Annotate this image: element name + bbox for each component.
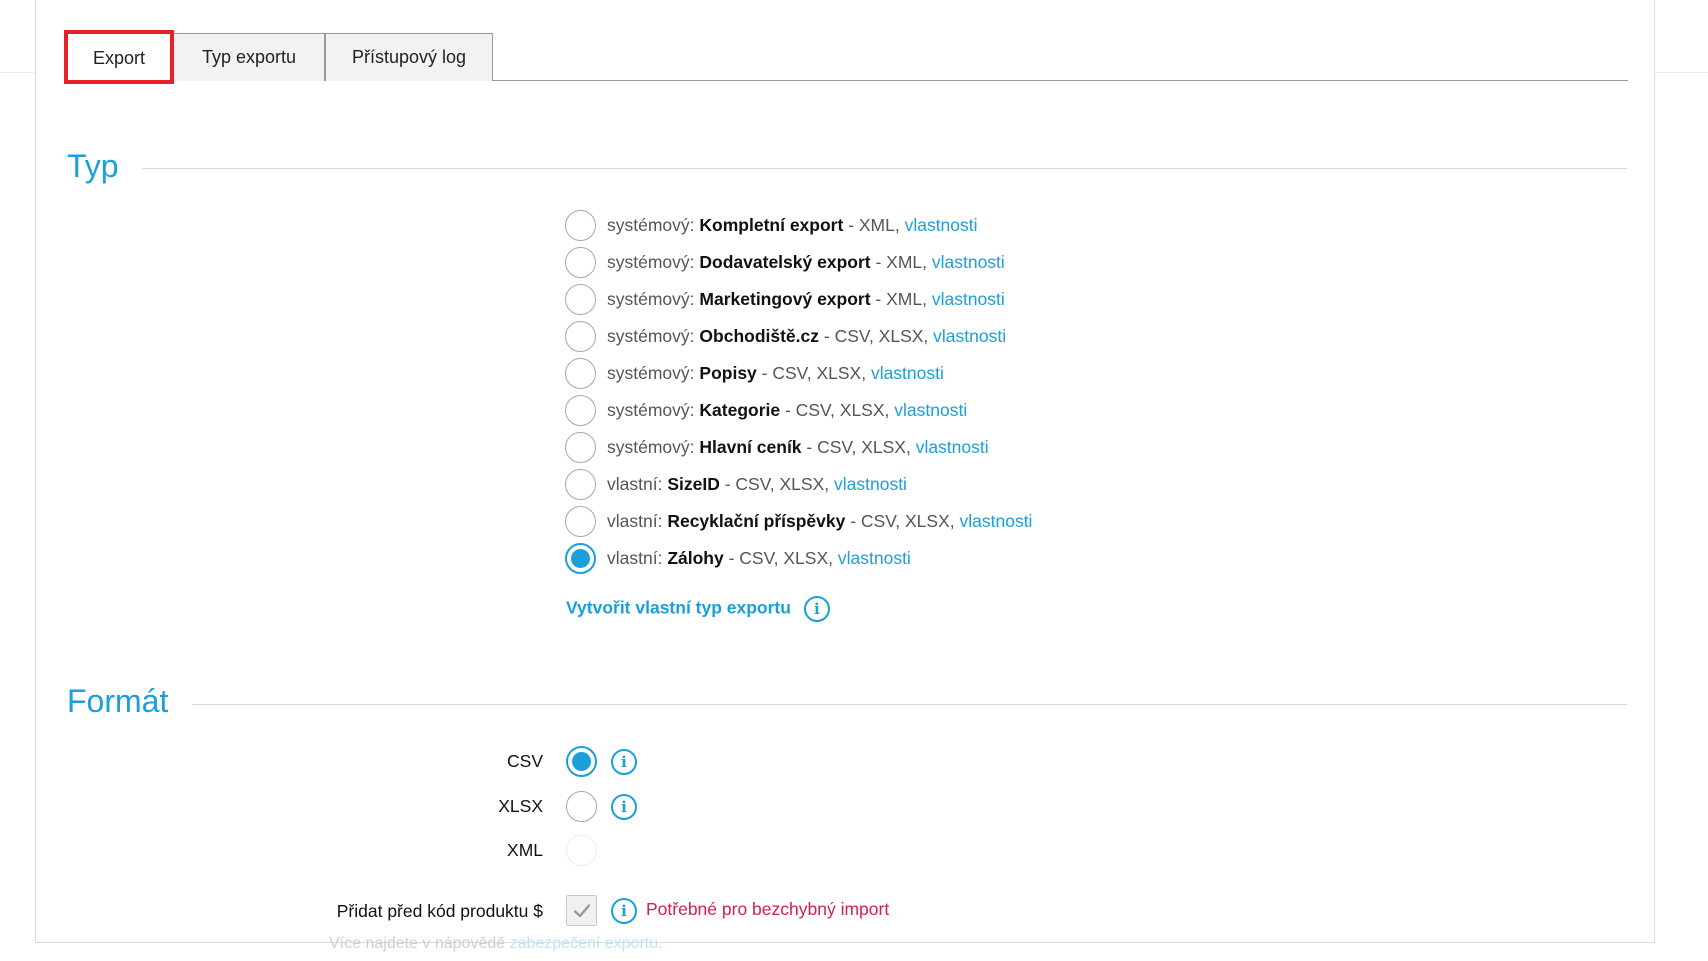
properties-link[interactable]: vlastnosti bbox=[894, 400, 967, 420]
format-label-xml: XML bbox=[507, 840, 543, 860]
format-label-xlsx: XLSX bbox=[498, 796, 543, 816]
export-type-option[interactable]: vlastní: Recyklační příspěvky - CSV, XLS… bbox=[565, 503, 1032, 540]
export-type-option[interactable]: systémový: Obchodiště.cz - CSV, XLSX, vl… bbox=[565, 318, 1032, 355]
export-type-label: vlastní: Recyklační příspěvky - CSV, XLS… bbox=[607, 511, 1033, 531]
export-type-option[interactable]: systémový: Kategorie - CSV, XLSX, vlastn… bbox=[565, 392, 1032, 429]
radio-button[interactable] bbox=[565, 358, 596, 389]
properties-link[interactable]: vlastnosti bbox=[960, 511, 1033, 531]
radio-button[interactable] bbox=[565, 210, 596, 241]
properties-link[interactable]: vlastnosti bbox=[932, 289, 1005, 309]
export-type-list: systémový: Kompletní export - XML, vlast… bbox=[565, 207, 1032, 577]
prefix-option-label: Přidat před kód produktu $ bbox=[336, 901, 543, 921]
export-type-label: systémový: Marketingový export - XML, vl… bbox=[607, 289, 1005, 309]
radio-button[interactable] bbox=[565, 321, 596, 352]
radio-button[interactable] bbox=[565, 247, 596, 278]
export-type-option[interactable]: vlastní: SizeID - CSV, XLSX, vlastnosti bbox=[565, 466, 1032, 503]
export-type-option[interactable]: systémový: Dodavatelský export - XML, vl… bbox=[565, 244, 1032, 281]
radio-button[interactable] bbox=[565, 506, 596, 537]
properties-link[interactable]: vlastnosti bbox=[871, 363, 944, 383]
prefix-option-checkbox[interactable] bbox=[566, 895, 597, 926]
tab-export[interactable]: Export bbox=[65, 33, 173, 82]
export-type-option[interactable]: systémový: Marketingový export - XML, vl… bbox=[565, 281, 1032, 318]
radio-button[interactable] bbox=[565, 395, 596, 426]
export-type-option[interactable]: systémový: Popisy - CSV, XLSX, vlastnost… bbox=[565, 355, 1032, 392]
format-radio-xml bbox=[566, 835, 597, 866]
radio-button[interactable] bbox=[565, 432, 596, 463]
help-note: Více najdete v nápovědě zabezpečení expo… bbox=[329, 935, 663, 952]
export-type-option[interactable]: systémový: Hlavní ceník - CSV, XLSX, vla… bbox=[565, 429, 1032, 466]
export-type-label: vlastní: Zálohy - CSV, XLSX, vlastnosti bbox=[607, 548, 911, 568]
properties-link[interactable]: vlastnosti bbox=[916, 437, 989, 457]
check-icon bbox=[573, 903, 590, 917]
tab-pristupovy-log[interactable]: Přístupový log bbox=[325, 33, 493, 81]
properties-link[interactable]: vlastnosti bbox=[834, 474, 907, 494]
format-label-csv: CSV bbox=[507, 751, 543, 771]
section-title-format: Formát bbox=[67, 683, 169, 719]
create-custom-export-type-link[interactable]: Vytvořit vlastní typ exportu i bbox=[566, 596, 830, 622]
section-divider-format bbox=[192, 704, 1627, 705]
export-type-label: systémový: Popisy - CSV, XLSX, vlastnost… bbox=[607, 363, 944, 383]
info-icon[interactable]: i bbox=[611, 794, 637, 820]
section-title-typ: Typ bbox=[67, 148, 119, 184]
section-divider-typ bbox=[142, 168, 1627, 169]
info-icon[interactable]: i bbox=[611, 898, 637, 924]
info-icon[interactable]: i bbox=[803, 596, 830, 622]
radio-button-checked[interactable] bbox=[565, 543, 596, 574]
export-type-option-selected[interactable]: vlastní: Zálohy - CSV, XLSX, vlastnosti bbox=[565, 540, 1032, 577]
export-type-label: vlastní: SizeID - CSV, XLSX, vlastnosti bbox=[607, 474, 907, 494]
format-radio-csv[interactable] bbox=[566, 746, 597, 777]
properties-link[interactable]: vlastnosti bbox=[838, 548, 911, 568]
export-type-label: systémový: Kompletní export - XML, vlast… bbox=[607, 215, 978, 235]
help-link[interactable]: zabezpečení exportu bbox=[510, 935, 659, 952]
export-type-label: systémový: Hlavní ceník - CSV, XLSX, vla… bbox=[607, 437, 989, 457]
export-type-label: systémový: Kategorie - CSV, XLSX, vlastn… bbox=[607, 400, 968, 420]
export-type-option[interactable]: systémový: Kompletní export - XML, vlast… bbox=[565, 207, 1032, 244]
tab-typ-exportu[interactable]: Typ exportu bbox=[173, 33, 325, 81]
prefix-warning-text: Potřebné pro bezchybný import bbox=[646, 899, 890, 919]
radio-button[interactable] bbox=[565, 469, 596, 500]
radio-button[interactable] bbox=[565, 284, 596, 315]
properties-link[interactable]: vlastnosti bbox=[932, 252, 1005, 272]
export-type-label: systémový: Obchodiště.cz - CSV, XLSX, vl… bbox=[607, 326, 1007, 346]
properties-link[interactable]: vlastnosti bbox=[933, 326, 1006, 346]
properties-link[interactable]: vlastnosti bbox=[905, 215, 978, 235]
tab-bar: Export Typ exportu Přístupový log bbox=[65, 33, 1628, 82]
export-type-label: systémový: Dodavatelský export - XML, vl… bbox=[607, 252, 1005, 272]
format-radio-xlsx[interactable] bbox=[566, 791, 597, 822]
create-link-label: Vytvořit vlastní typ exportu bbox=[566, 597, 791, 618]
info-icon[interactable]: i bbox=[611, 749, 637, 775]
